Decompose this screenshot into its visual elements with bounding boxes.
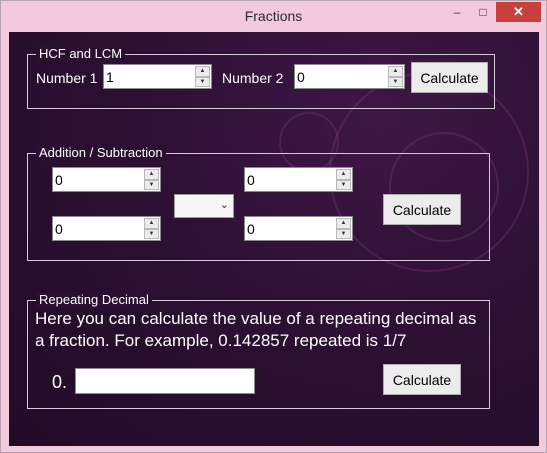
spin-up-icon[interactable]: ▲ [336, 169, 351, 180]
chevron-down-icon[interactable]: ⌄ [220, 198, 229, 211]
spin-down-icon[interactable]: ▼ [144, 228, 159, 239]
spin-up-icon[interactable]: ▲ [144, 218, 159, 229]
operator-dropdown[interactable]: ⌄ [174, 194, 234, 218]
number1-input[interactable] [104, 65, 194, 88]
number1-spin-buttons[interactable]: ▲ ▼ [195, 66, 210, 87]
hcf-lcm-group-title: HCF and LCM [36, 46, 126, 62]
repeating-description: Here you can calculate the value of a re… [35, 309, 477, 350]
repeating-calculate-button[interactable]: Calculate [383, 364, 461, 395]
repeating-decimal-group-title: Repeating Decimal [36, 292, 152, 308]
addition-bottom-right-spinbox[interactable]: ▲ ▼ [244, 216, 353, 241]
repeating-decimal-input[interactable] [75, 368, 255, 394]
addition-top-left-input[interactable] [53, 168, 143, 191]
number2-spinbox[interactable]: ▲ ▼ [294, 64, 405, 89]
addition-bottom-right-input[interactable] [245, 217, 335, 240]
hcf-calculate-button[interactable]: Calculate [411, 62, 488, 93]
close-icon[interactable]: ✕ [496, 2, 541, 22]
spin-up-icon[interactable]: ▲ [144, 169, 159, 180]
addition-top-right-spinbox[interactable]: ▲ ▼ [244, 167, 353, 192]
client-area: HCF and LCM Number 1 ▲ ▼ Number 2 ▲ ▼ Ca… [9, 32, 539, 446]
decimal-prefix: 0. [52, 372, 68, 392]
addition-bottom-left-spinbox[interactable]: ▲ ▼ [52, 216, 161, 241]
addition-top-left-spinbox[interactable]: ▲ ▼ [52, 167, 161, 192]
spin-up-icon[interactable]: ▲ [336, 218, 351, 229]
spin-down-icon[interactable]: ▼ [388, 76, 403, 87]
addition-bottom-left-input[interactable] [53, 217, 143, 240]
app-window: Fractions – □ ✕ HCF and LCM Number 1 ▲ ▼… [0, 0, 547, 453]
number2-input[interactable] [295, 65, 387, 88]
spin-buttons[interactable]: ▲ ▼ [144, 218, 159, 239]
spin-down-icon[interactable]: ▼ [144, 179, 159, 190]
number2-label: Number 2 [222, 70, 284, 86]
minimize-icon[interactable]: – [444, 2, 470, 22]
maximize-icon[interactable]: □ [470, 2, 496, 22]
spin-buttons[interactable]: ▲ ▼ [336, 169, 351, 190]
spin-down-icon[interactable]: ▼ [195, 76, 210, 87]
spin-down-icon[interactable]: ▼ [336, 228, 351, 239]
title-bar[interactable]: Fractions – □ ✕ [1, 1, 546, 31]
spin-up-icon[interactable]: ▲ [195, 66, 210, 77]
number1-spinbox[interactable]: ▲ ▼ [103, 64, 212, 89]
spin-buttons[interactable]: ▲ ▼ [144, 169, 159, 190]
spin-buttons[interactable]: ▲ ▼ [336, 218, 351, 239]
addition-subtraction-group-title: Addition / Subtraction [36, 145, 166, 161]
addition-calculate-button[interactable]: Calculate [383, 194, 461, 225]
number2-spin-buttons[interactable]: ▲ ▼ [388, 66, 403, 87]
addition-top-right-input[interactable] [245, 168, 335, 191]
spin-up-icon[interactable]: ▲ [388, 66, 403, 77]
spin-down-icon[interactable]: ▼ [336, 179, 351, 190]
number1-label: Number 1 [36, 70, 98, 86]
